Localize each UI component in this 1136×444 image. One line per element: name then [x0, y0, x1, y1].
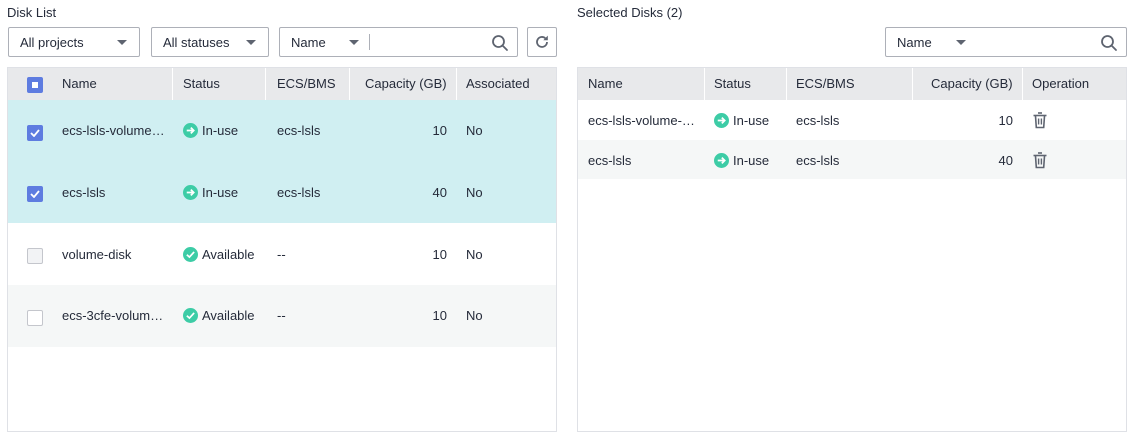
capacity-value: 10 [432, 247, 447, 262]
associated-value: No [466, 123, 483, 138]
search-input[interactable] [982, 28, 1092, 56]
ecs-name: ecs-lsls [277, 185, 321, 200]
disk-name: volume-disk [62, 247, 132, 262]
refresh-icon [536, 35, 548, 48]
table-row[interactable]: ecs-lsls-volume… In-use ecs-lsls 10 No [8, 100, 556, 162]
associated-value: No [466, 308, 483, 323]
arrow-circle-icon [183, 123, 198, 138]
project-filter-dropdown[interactable]: All projects [8, 27, 140, 57]
arrow-circle-icon [714, 153, 729, 168]
search-divider [369, 34, 370, 50]
status-badge: In-use [183, 185, 238, 200]
capacity-value: 10 [432, 123, 447, 138]
status-badge: Available [183, 308, 255, 323]
status-filter-value: All statuses [163, 34, 230, 50]
status-badge: Available [183, 247, 255, 262]
disk-name: ecs-lsls-volume… [62, 123, 165, 138]
column-header-name: Name [62, 76, 97, 91]
selected-search-box[interactable]: Name [885, 27, 1127, 57]
column-header-status: Status [183, 76, 220, 91]
capacity-value: 10 [432, 308, 447, 323]
table-row[interactable]: ecs-3cfe-volum… Available -- 10 No [8, 285, 556, 347]
status-badge: In-use [714, 113, 769, 128]
column-header-capacity: Capacity (GB) [365, 76, 447, 91]
ecs-name: ecs-lsls [796, 153, 840, 168]
chevron-down-icon [956, 40, 966, 45]
status-filter-dropdown[interactable]: All statuses [151, 27, 269, 57]
trash-icon[interactable] [1032, 152, 1048, 169]
associated-value: No [466, 247, 483, 262]
table-row[interactable]: volume-disk Available -- 10 No [8, 223, 556, 285]
column-header-ecs: ECS/BMS [796, 76, 855, 91]
row-checkbox[interactable] [27, 125, 43, 141]
disk-list-table: Name Status ECS/BMS Capacity (GB) Associ… [7, 67, 557, 432]
disk-name: ecs-lsls [62, 185, 106, 200]
status-text: Available [202, 247, 255, 262]
search-field-label: Name [897, 34, 932, 50]
row-checkbox[interactable] [27, 310, 43, 326]
chevron-down-icon [117, 40, 127, 45]
disk-list-title: Disk List [7, 5, 57, 20]
status-badge: In-use [183, 123, 238, 138]
chevron-down-icon [246, 40, 256, 45]
project-filter-value: All projects [20, 34, 84, 50]
disk-search-box[interactable]: Name [279, 27, 518, 57]
status-text: In-use [733, 113, 770, 128]
search-field-select[interactable]: Name [886, 28, 932, 56]
column-header-operation: Operation [1032, 76, 1090, 91]
table-header: Name Status ECS/BMS Capacity (GB) Associ… [8, 68, 556, 100]
capacity-value: 40 [998, 153, 1013, 168]
select-all-checkbox[interactable] [27, 77, 43, 93]
search-input[interactable] [376, 28, 486, 56]
row-checkbox[interactable] [27, 186, 43, 202]
check-circle-icon [183, 308, 198, 323]
ecs-name: ecs-lsls [796, 113, 840, 128]
column-header-status: Status [714, 76, 751, 91]
status-text: In-use [202, 185, 239, 200]
row-checkbox[interactable] [27, 248, 43, 264]
search-field-label: Name [291, 34, 326, 50]
status-text: In-use [202, 123, 239, 138]
search-field-select[interactable]: Name [280, 28, 326, 56]
check-circle-icon [183, 247, 198, 262]
arrow-circle-icon [183, 185, 198, 200]
search-icon[interactable] [1100, 34, 1118, 52]
refresh-button[interactable] [527, 27, 557, 57]
ecs-name: -- [277, 247, 286, 262]
status-badge: In-use [714, 153, 769, 168]
column-header-capacity: Capacity (GB) [931, 76, 1013, 91]
column-header-ecs: ECS/BMS [277, 76, 336, 91]
chevron-down-icon [349, 40, 359, 45]
arrow-circle-icon [714, 113, 729, 128]
disk-name: ecs-lsls [588, 153, 632, 168]
capacity-value: 40 [432, 185, 447, 200]
capacity-value: 10 [998, 113, 1013, 128]
table-header: Name Status ECS/BMS Capacity (GB) Operat… [578, 68, 1126, 100]
disk-name: ecs-3cfe-volum… [62, 308, 164, 323]
ecs-name: ecs-lsls [277, 123, 321, 138]
status-text: In-use [733, 153, 770, 168]
associated-value: No [466, 185, 483, 200]
selected-disks-title: Selected Disks (2) [577, 5, 683, 20]
trash-icon[interactable] [1032, 112, 1048, 129]
ecs-name: -- [277, 308, 286, 323]
column-header-associated: Associated [466, 76, 530, 91]
selected-disks-table: Name Status ECS/BMS Capacity (GB) Operat… [577, 67, 1127, 432]
table-row: ecs-lsls-volume-… In-use ecs-lsls 10 [578, 100, 1126, 140]
status-text: Available [202, 308, 255, 323]
search-icon[interactable] [491, 34, 509, 52]
table-row[interactable]: ecs-lsls In-use ecs-lsls 40 No [8, 162, 556, 223]
disk-name: ecs-lsls-volume-… [588, 113, 695, 128]
table-row: ecs-lsls In-use ecs-lsls 40 [578, 140, 1126, 179]
column-header-name: Name [588, 76, 623, 91]
